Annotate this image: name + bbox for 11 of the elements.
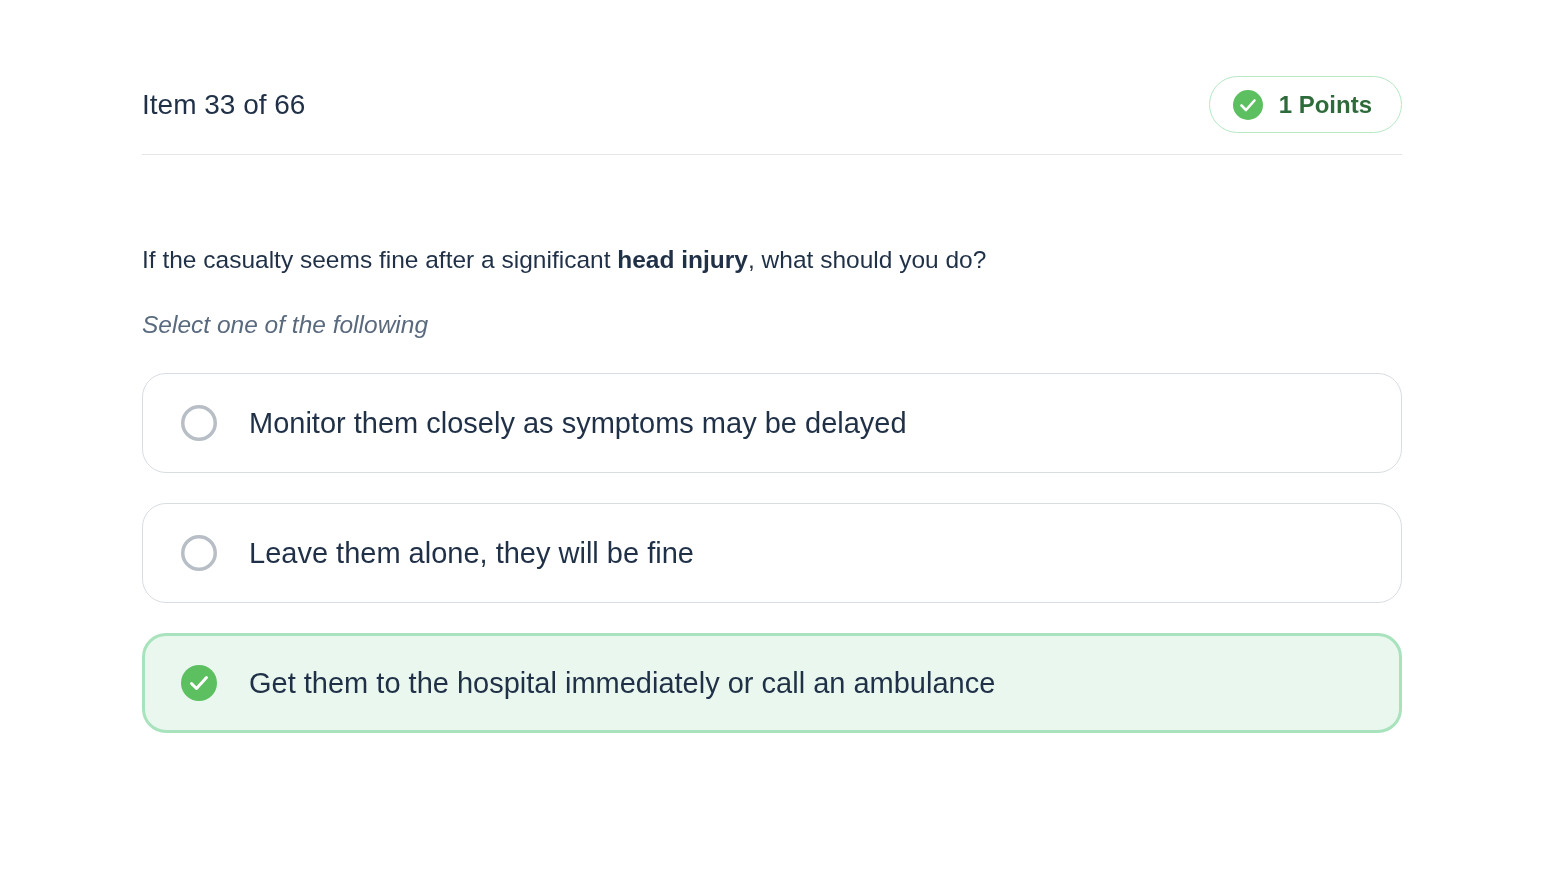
item-counter: Item 33 of 66 — [142, 87, 306, 122]
instruction-text: Select one of the following — [142, 310, 430, 340]
answer-option[interactable]: Leave them alone, they will be fine — [142, 503, 1402, 603]
points-label: 1 Points — [1278, 90, 1372, 119]
answer-option[interactable]: Monitor them closely as symptoms may be delayed — [142, 373, 1402, 473]
check-circle-icon — [1232, 89, 1263, 120]
check-circle-icon — [181, 665, 217, 701]
question-text: If the casualty seems fine after a significant head injury, what should you do? — [142, 245, 988, 275]
radio-button-icon — [181, 535, 217, 571]
radio-button-icon — [181, 405, 217, 441]
answer-option[interactable]: Get them to the hospital immediately or call an ambulance — [142, 633, 1402, 733]
